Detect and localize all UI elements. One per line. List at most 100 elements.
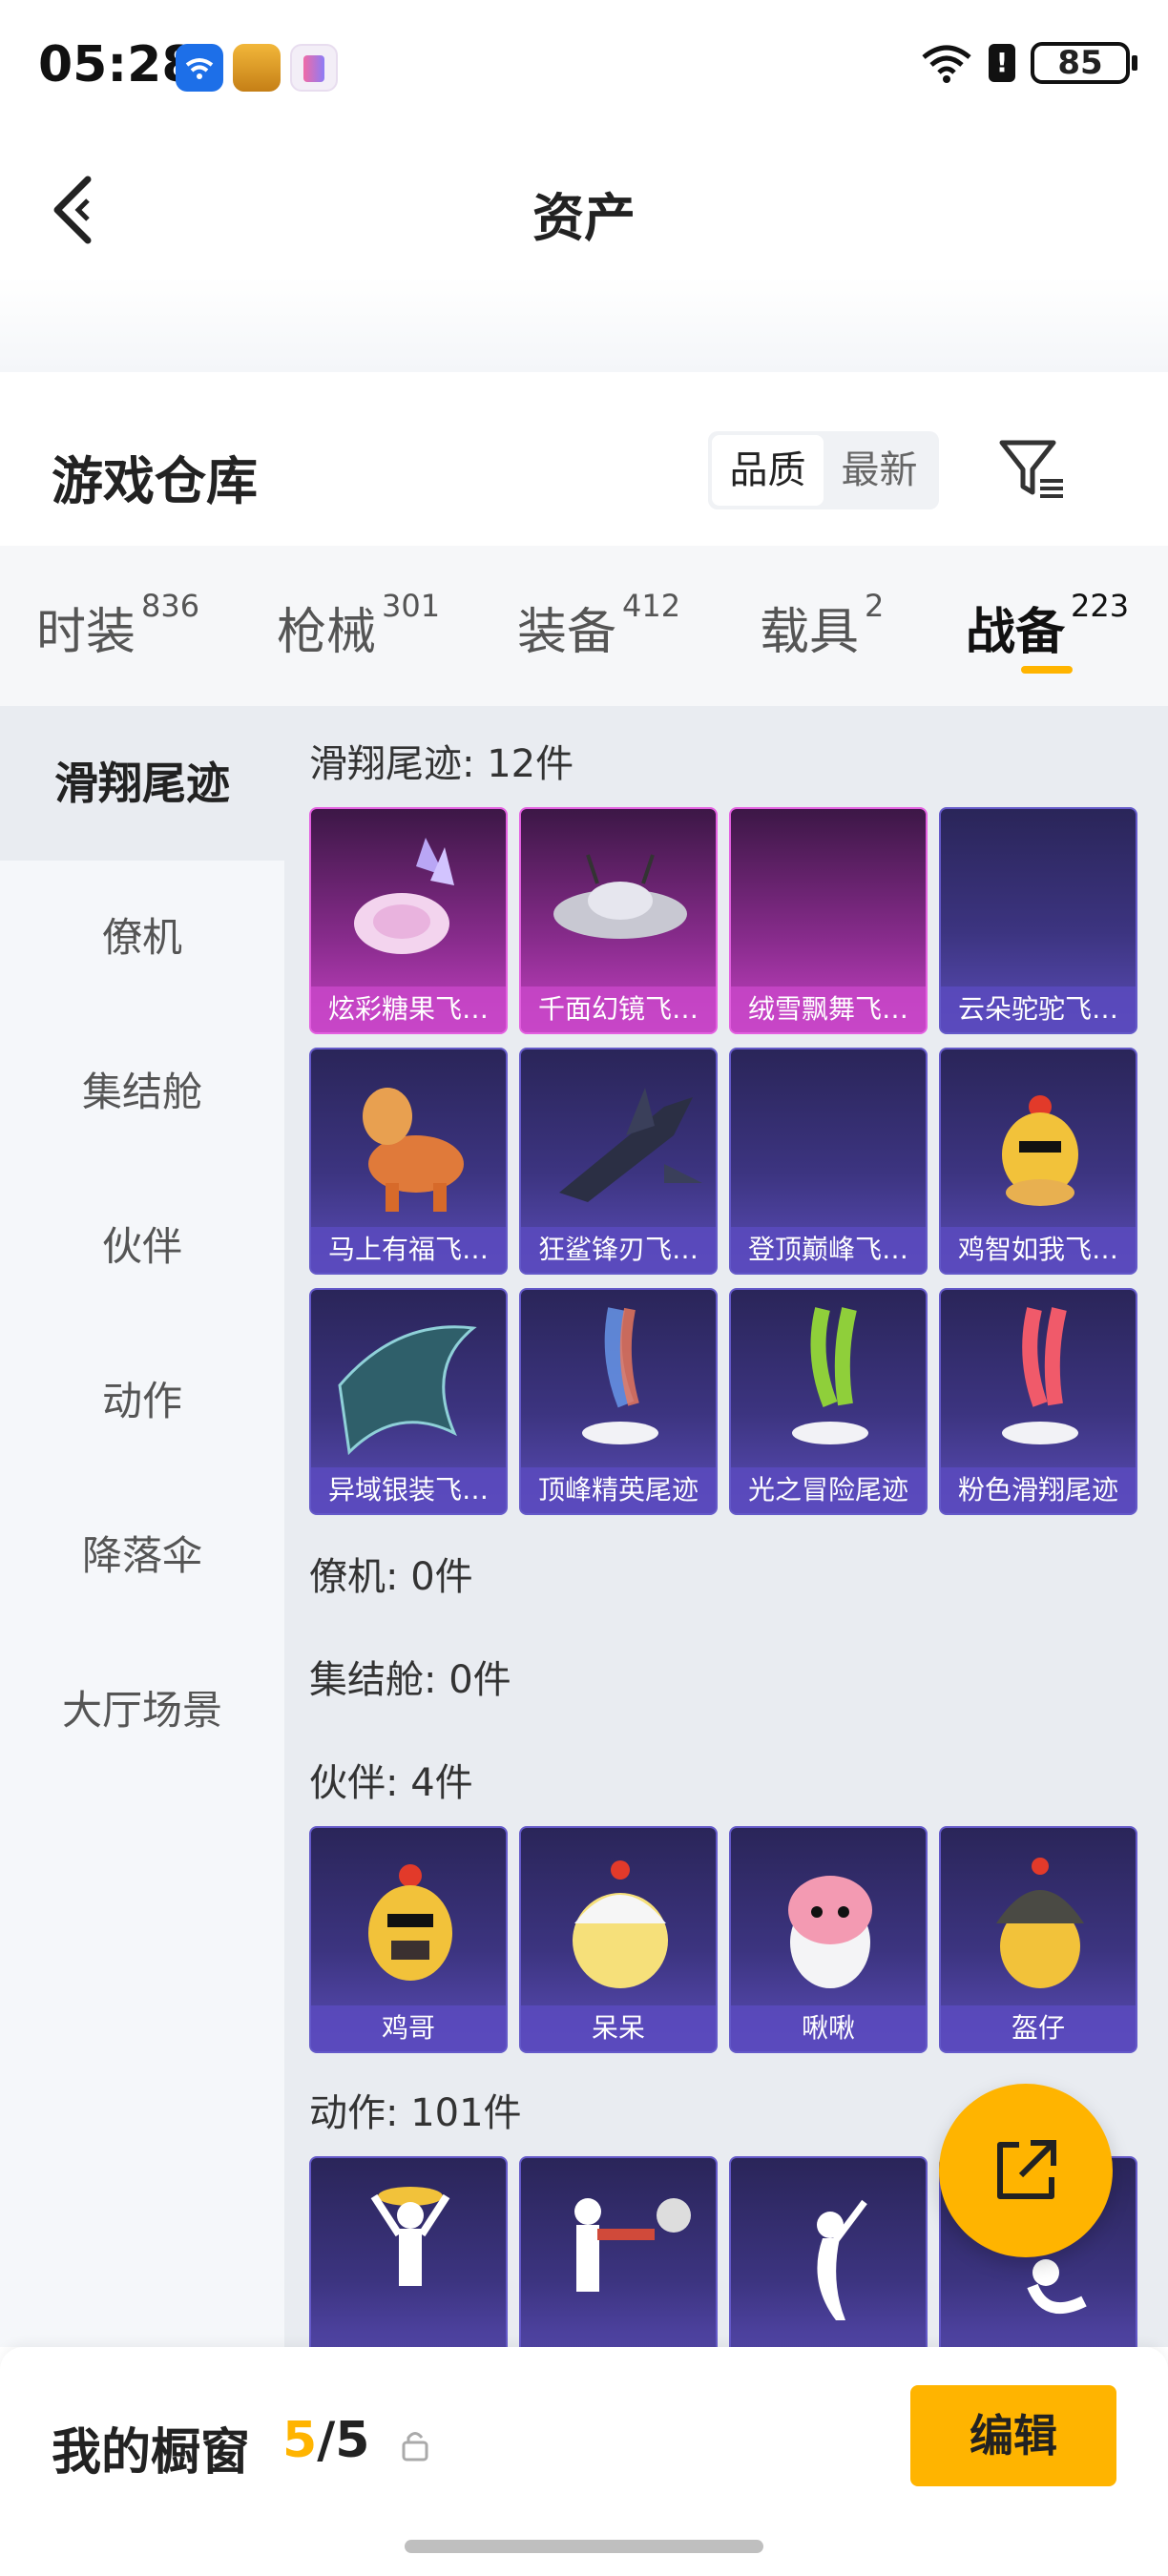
tab-label: 载具 (760, 604, 860, 661)
tab-count: 2 (865, 588, 885, 624)
sort-quality-button[interactable]: 品质 (712, 435, 824, 506)
warehouse-title: 游戏仓库 (52, 451, 258, 511)
item-name: 绒雪飘舞飞… (747, 993, 908, 1025)
item-name: 粉色滑翔尾迹 (957, 1474, 1118, 1506)
bird-partner-icon (731, 1828, 926, 2009)
status-bar: 05:28 ! 85 (0, 0, 1168, 134)
item-card[interactable]: 登顶巅峰飞… (729, 1048, 928, 1275)
filter-icon[interactable] (996, 433, 1069, 506)
section-label: 滑翔尾迹: 12件 (309, 742, 574, 786)
wifi-app-icon (176, 44, 223, 92)
item-card[interactable]: 异域银装飞… (309, 1288, 508, 1515)
showcase-count: 5/5 (282, 2412, 369, 2469)
tab-count: 301 (382, 588, 441, 624)
chicken-partner-icon (311, 1828, 506, 2009)
sidebar-item-partner[interactable]: 伙伴 (0, 1170, 284, 1324)
item-card[interactable]: 绒雪飘舞飞… (729, 807, 928, 1034)
item-card[interactable]: 炫彩糖果飞… (309, 807, 508, 1034)
section-label: 伙伴: 4件 (309, 1761, 473, 1805)
tab-battle-gear[interactable]: 战备 223 (966, 588, 1129, 663)
item-card[interactable]: 鸡智如我飞… (939, 1048, 1137, 1275)
snow-glider-icon (731, 809, 926, 990)
game-app-icon (233, 44, 281, 92)
item-name: 光之冒险尾迹 (747, 1474, 908, 1506)
item-card[interactable] (519, 2156, 718, 2347)
alert-icon: ! (989, 44, 1015, 82)
tab-equipment[interactable]: 装备 412 (517, 588, 680, 663)
item-card[interactable]: 呆呆 (519, 1826, 718, 2053)
horse-glider-icon (311, 1049, 506, 1231)
item-card[interactable] (309, 2156, 508, 2347)
shark-glider-icon (521, 1049, 716, 1231)
item-name: 异域银装飞… (327, 1474, 489, 1506)
item-card[interactable]: 啾啾 (729, 1826, 928, 2053)
item-name: 狂鲨锋刃飞… (537, 1234, 699, 1265)
app-header: 资产 (0, 134, 1168, 277)
tab-count: 223 (1071, 588, 1130, 624)
section-label: 集结舱: 0件 (309, 1658, 511, 1702)
item-name: 顶峰精英尾迹 (537, 1474, 699, 1506)
item-card[interactable]: 狂鲨锋刃飞… (519, 1048, 718, 1275)
section-label: 僚机: 0件 (309, 1555, 473, 1599)
showcase-separator: / (317, 2412, 336, 2469)
sidebar-item-glide-trail[interactable]: 滑翔尾迹 (0, 706, 284, 861)
status-time: 05:28 (38, 36, 197, 93)
item-card[interactable]: 盔仔 (939, 1826, 1137, 2053)
wing-glider-icon (311, 1290, 506, 1471)
helmet-partner-icon (941, 1828, 1136, 2009)
sidebar-item-lobby-scene[interactable]: 大厅场景 (0, 1633, 284, 1788)
tab-count: 412 (622, 588, 681, 624)
item-name: 鸡哥 (381, 2012, 435, 2044)
showcase-current: 5 (282, 2412, 318, 2469)
item-card[interactable]: 云朵驼驼飞… (939, 807, 1137, 1034)
share-button[interactable] (939, 2084, 1113, 2257)
item-name: 盔仔 (1011, 2012, 1065, 2044)
dance-action-icon (311, 2158, 506, 2339)
item-card[interactable]: 鸡哥 (309, 1826, 508, 2053)
item-name: 鸡智如我飞… (957, 1234, 1118, 1265)
sidebar-item-wingman[interactable]: 僚机 (0, 861, 284, 1015)
item-card[interactable]: 千面幻镜飞… (519, 807, 718, 1034)
lock-icon (401, 2429, 429, 2462)
sidebar-item-action[interactable]: 动作 (0, 1324, 284, 1479)
header-divider (0, 277, 1168, 372)
trail-icon (521, 1290, 716, 1471)
tab-fashion[interactable]: 时装 836 (36, 588, 199, 663)
item-name: 千面幻镜飞… (537, 993, 699, 1025)
item-name: 呆呆 (591, 2012, 645, 2044)
item-card[interactable]: 光之冒险尾迹 (729, 1288, 928, 1515)
showcase-label: 我的橱窗 (52, 2424, 251, 2482)
trail-icon (941, 1290, 1136, 1471)
peak-glider-icon (731, 1049, 926, 1231)
item-card[interactable]: 顶峰精英尾迹 (519, 1288, 718, 1515)
sidebar-item-parachute[interactable]: 降落伞 (0, 1479, 284, 1633)
tab-vehicles[interactable]: 载具 2 (760, 588, 884, 663)
edit-button[interactable]: 编辑 (910, 2385, 1116, 2486)
trail-icon (731, 1290, 926, 1471)
warehouse-header: 游戏仓库 品质 最新 (0, 372, 1168, 546)
item-name: 云朵驼驼飞… (957, 993, 1118, 1025)
item-card[interactable]: 粉色滑翔尾迹 (939, 1288, 1137, 1515)
item-name: 啾啾 (801, 2012, 855, 2044)
page-title: 资产 (532, 188, 636, 248)
item-card[interactable]: 马上有福飞… (309, 1048, 508, 1275)
tab-label: 枪械 (277, 604, 377, 661)
sidebar-item-pod[interactable]: 集结舱 (0, 1015, 284, 1170)
item-name: 马上有福飞… (327, 1234, 489, 1265)
battery-icon: 85 (1031, 42, 1137, 84)
ufo-glider-icon (521, 809, 716, 990)
item-card[interactable] (729, 2156, 928, 2347)
cloud-glider-icon (941, 809, 1136, 990)
tab-label: 时装 (36, 604, 136, 661)
tab-count: 836 (141, 588, 200, 624)
item-name: 炫彩糖果飞… (327, 993, 489, 1025)
tab-guns[interactable]: 枪械 301 (277, 588, 440, 663)
chick-partner-icon (521, 1828, 716, 2009)
section-label: 动作: 101件 (309, 2091, 522, 2135)
spray-action-icon (521, 2158, 716, 2339)
i-app-icon (290, 44, 338, 92)
sub-category-sidebar: 滑翔尾迹 僚机 集结舱 伙伴 动作 降落伞 大厅场景 (0, 706, 284, 2347)
item-name: 登顶巅峰飞… (747, 1234, 908, 1265)
active-tab-indicator (1021, 666, 1073, 674)
sort-newest-button[interactable]: 最新 (824, 435, 935, 506)
